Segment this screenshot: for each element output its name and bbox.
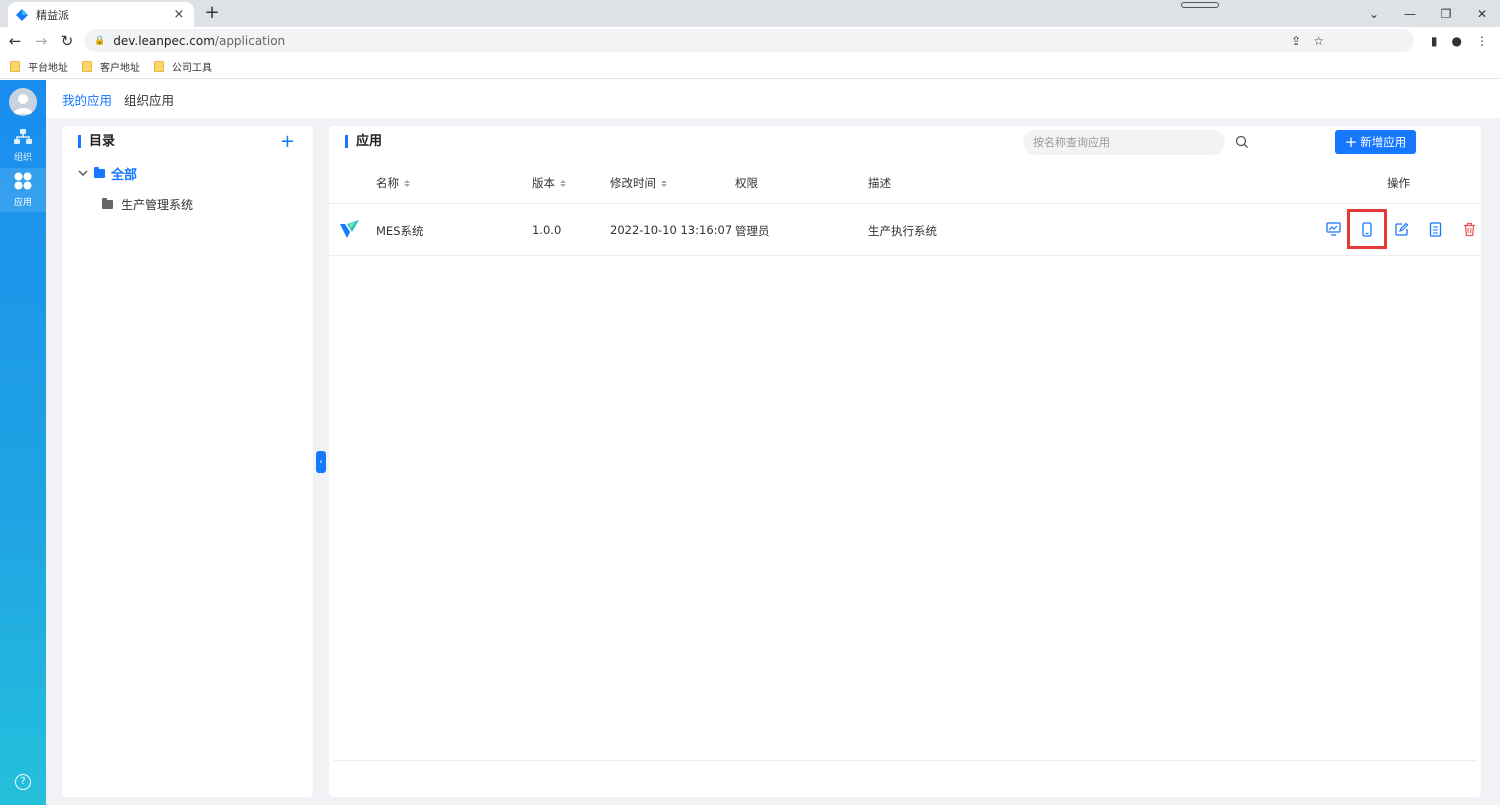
side-panel-icon[interactable]: ▮ (1431, 34, 1438, 48)
tree-node-all[interactable]: 全部 (78, 164, 137, 183)
folder-icon (154, 60, 164, 72)
url-text: dev.leanpec.com/application (113, 33, 286, 48)
browser-profile-indicator[interactable] (1181, 2, 1219, 8)
lock-icon: 🔒 (94, 35, 106, 46)
sort-icon[interactable] (661, 179, 667, 187)
tree-node-label: 全部 (111, 168, 138, 183)
row-actions (1325, 209, 1477, 249)
leanpec-favicon-icon (16, 8, 28, 21)
minimize-icon[interactable]: — (1392, 0, 1428, 27)
tree-node-label: 生产管理系统 (121, 198, 194, 212)
cell-modified: 2022-10-10 13:16:07 (610, 223, 733, 237)
collapse-panel-handle[interactable]: ‹ (316, 451, 326, 473)
folder-icon (94, 167, 105, 178)
sidebar: 组织 应用 ? (0, 80, 46, 805)
column-header-description: 描述 (868, 176, 891, 190)
table-row[interactable]: MES系统 1.0.0 2022-10-10 13:16:07 管理员 生产执行… (329, 204, 1481, 256)
org-chart-icon (14, 129, 32, 148)
browser-tab[interactable]: 精益派 × (8, 2, 194, 27)
delete-icon[interactable] (1461, 221, 1477, 237)
document-icon[interactable] (1427, 221, 1443, 237)
browser-menu-icon[interactable]: ⋮ (1476, 34, 1488, 48)
edit-icon[interactable] (1393, 221, 1409, 237)
applications-title: 应用 (345, 135, 382, 148)
column-header-version[interactable]: 版本 (532, 175, 566, 191)
sort-icon[interactable] (560, 179, 566, 187)
column-header-modified[interactable]: 修改时间 (610, 175, 667, 191)
forward-icon[interactable]: → (30, 32, 52, 50)
bookmarks-bar: 平台地址 客户地址 公司工具 (0, 54, 1500, 79)
help-icon[interactable]: ? (15, 774, 31, 790)
tab-my-apps[interactable]: 我的应用 (62, 90, 112, 109)
back-icon[interactable]: ← (4, 32, 26, 50)
cell-description: 生产执行系统 (868, 224, 937, 238)
sidebar-item-label: 应用 (13, 198, 32, 208)
directory-title: 目录 (78, 135, 115, 148)
chevron-down-icon[interactable] (78, 166, 88, 181)
restore-icon[interactable]: ❐ (1428, 0, 1464, 27)
browser-toolbar: ← → ↻ 🔒 dev.leanpec.com/application ⇪ ☆ … (0, 27, 1500, 54)
column-header-permission: 权限 (735, 176, 758, 190)
table-header: 名称 版本 修改时间 权限 描述 操作 (329, 162, 1481, 204)
address-bar[interactable]: 🔒 dev.leanpec.com/application ⇪ ☆ (84, 29, 1414, 52)
tab-close-icon[interactable]: × (172, 7, 186, 22)
share-icon[interactable]: ⇪ (1291, 34, 1301, 48)
profile-icon[interactable]: ● (1452, 34, 1462, 48)
top-nav: 我的应用 组织应用 (46, 80, 1500, 118)
search-box (1023, 130, 1225, 155)
plus-icon: + (1344, 132, 1358, 151)
cell-permission: 管理员 (735, 224, 770, 238)
bookmark-folder[interactable]: 平台地址 (10, 59, 68, 74)
folder-icon (82, 60, 92, 72)
column-header-name[interactable]: 名称 (376, 175, 410, 191)
cell-version: 1.0.0 (532, 223, 562, 237)
bookmark-star-icon[interactable]: ☆ (1313, 34, 1324, 48)
tab-search-icon[interactable]: ⌄ (1356, 0, 1392, 27)
window-controls: ⌄ — ❐ ✕ (1356, 0, 1500, 27)
folder-icon (102, 198, 113, 209)
tree-node-production[interactable]: 生产管理系统 (102, 196, 193, 213)
directory-panel: 目录 + 全部 生产管理系统 (62, 126, 313, 797)
applications-panel: 应用 + 新增应用 名称 版本 修改时间 权限 描述 (329, 126, 1481, 797)
sidebar-item-org[interactable]: 组织 (0, 124, 46, 168)
window-close-icon[interactable]: ✕ (1464, 0, 1500, 27)
sort-icon[interactable] (404, 179, 410, 187)
monitor-icon[interactable] (1325, 221, 1341, 237)
apps-grid-icon (14, 172, 32, 193)
mes-app-logo-icon (339, 218, 361, 240)
reload-icon[interactable]: ↻ (56, 32, 78, 50)
bookmark-folder[interactable]: 客户地址 (82, 59, 140, 74)
add-application-label: 新增应用 (1360, 135, 1407, 149)
sidebar-item-label: 组织 (13, 153, 32, 163)
add-directory-icon[interactable]: + (280, 133, 295, 151)
browser-tab-title: 精益派 (36, 8, 69, 22)
table-footer-divider (333, 760, 1477, 761)
new-tab-button[interactable]: + (203, 4, 221, 22)
search-icon[interactable] (1235, 135, 1249, 149)
browser-tab-strip: 精益派 × + ⌄ — ❐ ✕ (0, 0, 1500, 27)
tab-org-apps[interactable]: 组织应用 (124, 90, 174, 109)
add-application-button[interactable]: + 新增应用 (1335, 130, 1416, 154)
sidebar-item-apps[interactable]: 应用 (0, 168, 46, 212)
app-root: 组织 应用 ? 我的应用 组织应用 目录 + 全部 生产管理系统 ‹ 应用 按名… (0, 80, 1500, 805)
search-input[interactable] (1033, 136, 1203, 149)
cell-name: MES系统 (376, 224, 424, 238)
avatar[interactable] (9, 88, 37, 116)
folder-icon (10, 60, 20, 72)
bookmark-folder[interactable]: 公司工具 (154, 59, 212, 74)
column-header-actions: 操作 (1387, 176, 1410, 190)
mobile-icon[interactable] (1347, 209, 1387, 249)
